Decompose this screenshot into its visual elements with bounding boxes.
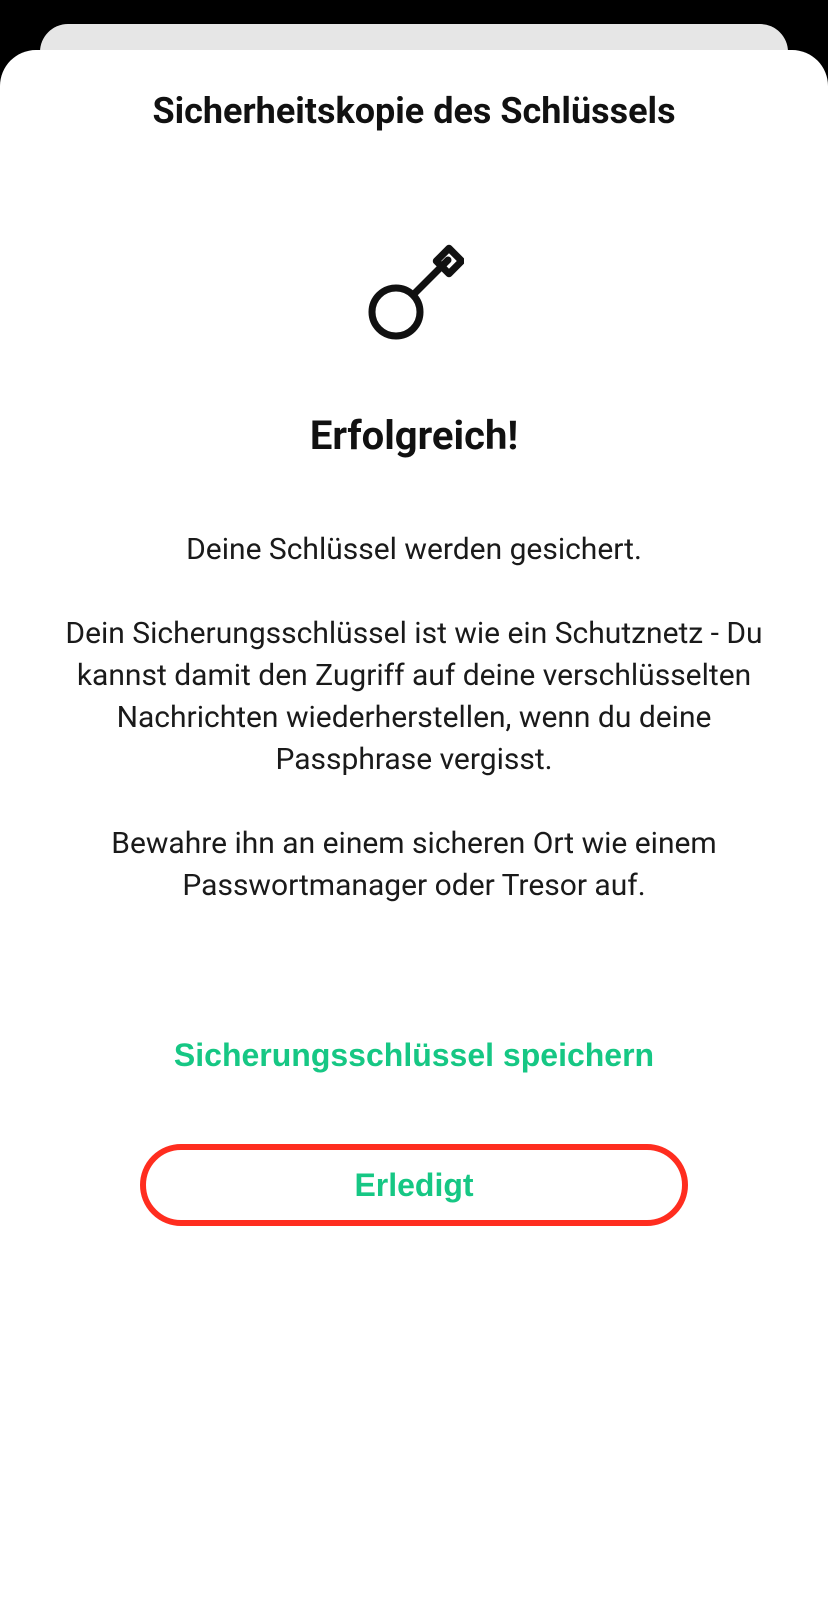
success-heading: Erfolgreich! [310, 412, 518, 459]
done-button[interactable]: Erledigt [140, 1144, 688, 1226]
description-text: Deine Schlüssel werden gesichert. Dein S… [36, 529, 792, 907]
key-icon-container [364, 242, 464, 342]
key-icon [364, 242, 464, 342]
page-title: Sicherheitskopie des Schlüssels [152, 90, 675, 132]
modal-sheet: Sicherheitskopie des Schlüssels Erfolgre… [0, 50, 828, 1615]
save-recovery-key-button[interactable]: Sicherungsschlüssel speichern [174, 1037, 654, 1074]
